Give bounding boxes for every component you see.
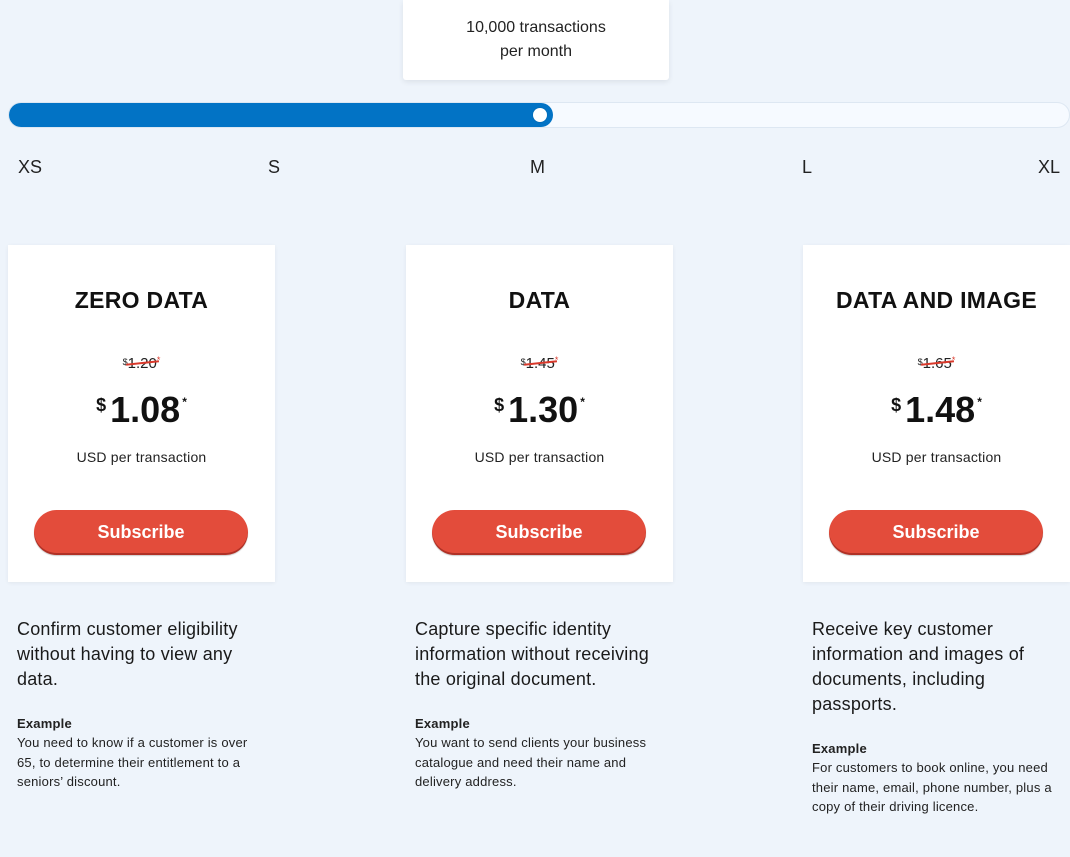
example-text: You want to send clients your business c… bbox=[415, 735, 647, 789]
tick-s[interactable]: S bbox=[268, 157, 280, 178]
slider-thumb[interactable] bbox=[533, 108, 547, 122]
tick-m[interactable]: M bbox=[530, 157, 545, 178]
description-text: Capture specific identity information wi… bbox=[415, 619, 649, 689]
slider-tooltip: 10,000 transactions per month bbox=[403, 0, 669, 80]
tooltip-line-2: per month bbox=[499, 43, 573, 60]
new-price-amount: 1.30 bbox=[508, 389, 579, 430]
plan-title: DATA AND IMAGE bbox=[836, 287, 1037, 313]
new-price: $1.48 * bbox=[803, 389, 1070, 431]
slider-fill bbox=[9, 103, 553, 127]
tooltip-line-1: 10,000 transactions bbox=[466, 19, 606, 36]
new-price-amount: 1.08 bbox=[110, 389, 181, 430]
plan-title: DATA bbox=[508, 287, 571, 313]
currency-symbol: $ bbox=[122, 357, 128, 367]
currency-symbol: $ bbox=[520, 357, 526, 367]
example-text: You need to know if a customer is over 6… bbox=[17, 735, 248, 789]
example-label: Example bbox=[812, 741, 867, 756]
asterisk: * bbox=[182, 395, 187, 409]
example-label: Example bbox=[17, 716, 72, 731]
new-price: $1.30 * bbox=[406, 389, 673, 431]
subscribe-button-data[interactable]: Subscribe bbox=[432, 510, 646, 555]
plan-description-data: Capture specific identity information wi… bbox=[415, 617, 665, 792]
example-text: For customers to book online, you need t… bbox=[812, 760, 1052, 814]
subscribe-button-zero-data[interactable]: Subscribe bbox=[34, 510, 248, 555]
volume-slider[interactable] bbox=[8, 102, 1070, 128]
old-price-amount: 1.65 bbox=[922, 355, 952, 372]
price-unit: USD per transaction bbox=[871, 449, 1002, 465]
subscribe-button-data-and-image[interactable]: Subscribe bbox=[829, 510, 1043, 555]
price-unit: USD per transaction bbox=[76, 449, 207, 465]
asterisk: * bbox=[580, 395, 585, 409]
plan-card-data-and-image: DATA AND IMAGE $1.65* $1.48 * USD per tra… bbox=[803, 245, 1070, 582]
old-price-amount: 1.45 bbox=[525, 355, 555, 372]
old-price: $1.20* bbox=[8, 355, 275, 372]
currency-symbol: $ bbox=[891, 395, 902, 415]
old-price: $1.45* bbox=[406, 355, 673, 372]
tick-xl[interactable]: XL bbox=[1038, 157, 1060, 178]
price-unit: USD per transaction bbox=[474, 449, 605, 465]
plan-card-zero-data: ZERO DATA $1.20* $1.08 * USD per transact… bbox=[8, 245, 275, 582]
old-price: $1.65* bbox=[803, 355, 1070, 372]
new-price: $1.08 * bbox=[8, 389, 275, 431]
new-price-amount: 1.48 bbox=[905, 389, 976, 430]
plan-description-zero-data: Confirm customer eligibility without hav… bbox=[17, 617, 267, 792]
plan-card-data: DATA $1.45* $1.30 * USD per transaction S… bbox=[406, 245, 673, 582]
tick-l[interactable]: L bbox=[802, 157, 812, 178]
description-text: Confirm customer eligibility without hav… bbox=[17, 619, 238, 689]
asterisk: * bbox=[977, 395, 982, 409]
tick-xs[interactable]: XS bbox=[18, 157, 42, 178]
plan-title: ZERO DATA bbox=[74, 287, 209, 313]
example-label: Example bbox=[415, 716, 470, 731]
plan-description-data-and-image: Receive key customer information and ima… bbox=[812, 617, 1062, 817]
currency-symbol: $ bbox=[96, 395, 107, 415]
old-price-amount: 1.20 bbox=[127, 355, 157, 372]
currency-symbol: $ bbox=[917, 357, 923, 367]
currency-symbol: $ bbox=[494, 395, 505, 415]
description-text: Receive key customer information and ima… bbox=[812, 619, 1025, 714]
